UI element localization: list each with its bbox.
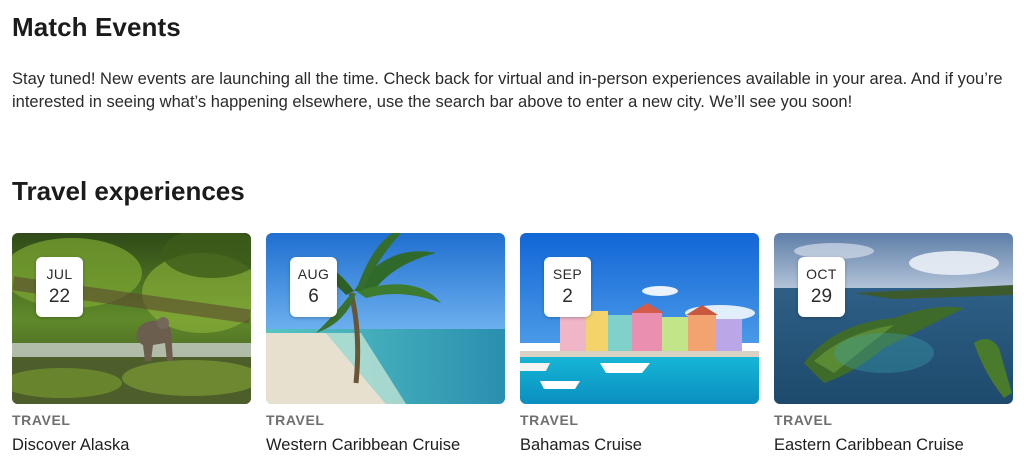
event-card-eastern-caribbean-cruise[interactable]: OCT 29 TRAVEL Eastern Caribbean Cruise [774,233,1013,461]
date-day: 22 [48,286,71,307]
date-badge: OCT 29 [798,257,845,317]
date-month: AUG [297,266,330,282]
date-day: 2 [562,286,573,307]
travel-cards-list: JUL 22 TRAVEL Discover Alaska AUG 6 TRAV… [12,233,1013,461]
event-card-discover-alaska[interactable]: JUL 22 TRAVEL Discover Alaska [12,233,251,461]
event-title[interactable]: Bahamas Cruise [520,436,642,455]
event-title[interactable]: Eastern Caribbean Cruise [774,436,964,455]
event-category: TRAVEL [266,412,325,428]
date-month: SEP [552,266,583,282]
date-day: 6 [308,286,319,307]
event-title[interactable]: Discover Alaska [12,436,129,455]
event-card-bahamas-cruise[interactable]: SEP 2 TRAVEL Bahamas Cruise [520,233,759,461]
date-badge: AUG 6 [290,257,337,317]
date-badge: JUL 22 [36,257,83,317]
event-category: TRAVEL [774,412,833,428]
travel-experiences-heading: Travel experiences [12,176,245,206]
event-card-western-caribbean-cruise[interactable]: AUG 6 TRAVEL Western Caribbean Cruise [266,233,505,461]
event-category: TRAVEL [12,412,71,428]
date-badge: SEP 2 [544,257,591,317]
date-day: 29 [810,286,833,307]
match-events-intro: Stay tuned! New events are launching all… [12,70,1003,111]
match-events-heading: Match Events [12,12,181,42]
date-month: JUL [46,266,73,282]
date-month: OCT [806,266,837,282]
event-category: TRAVEL [520,412,579,428]
event-title[interactable]: Western Caribbean Cruise [266,436,460,455]
